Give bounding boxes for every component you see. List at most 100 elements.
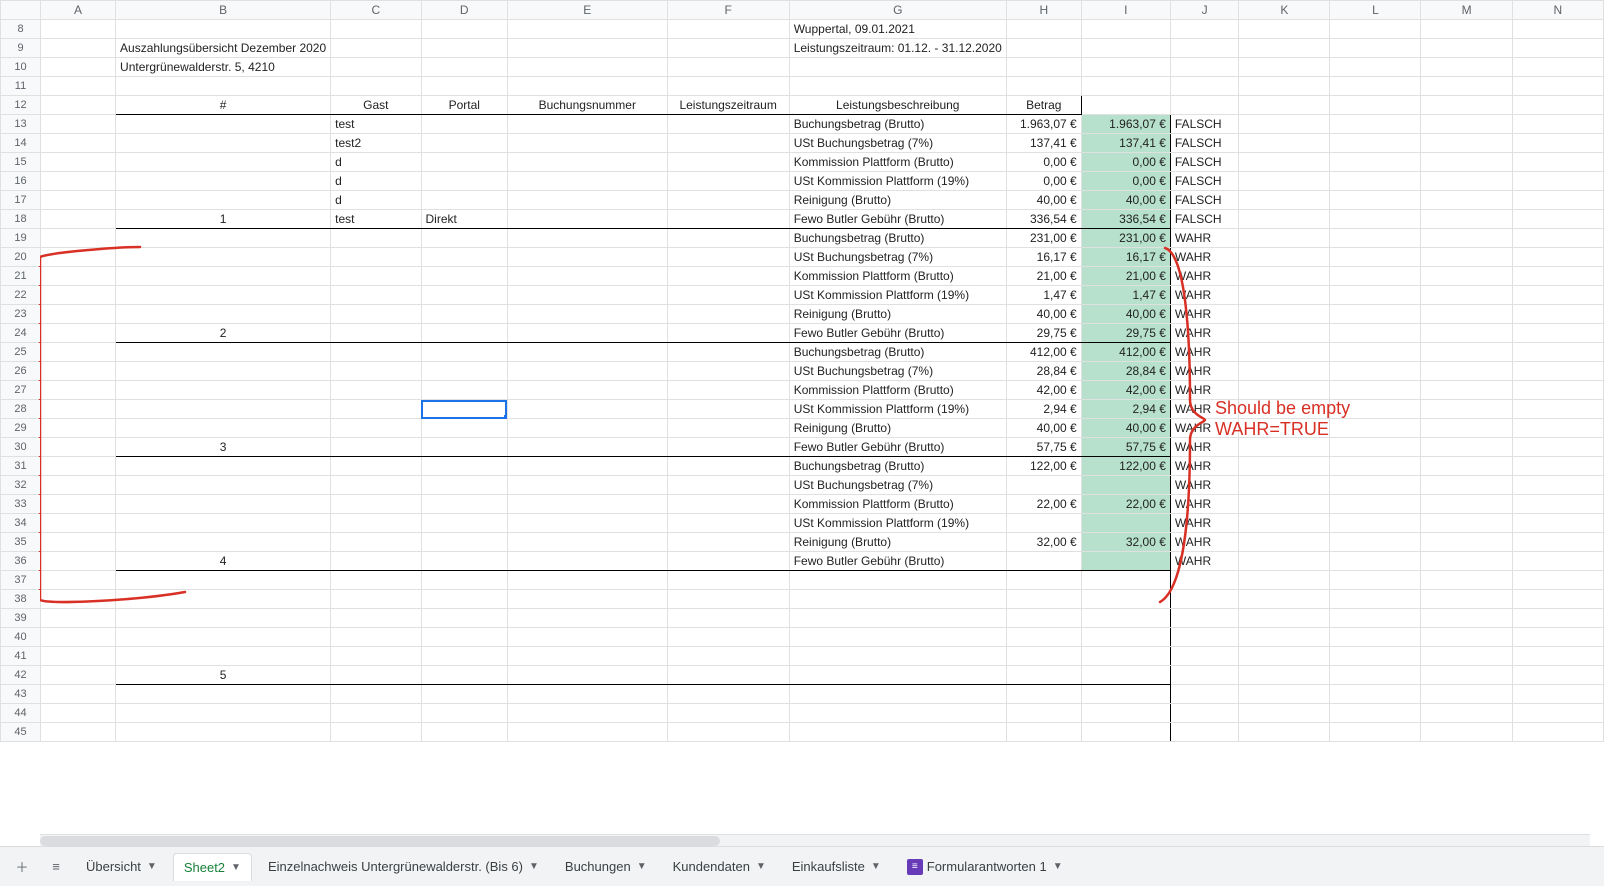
cell-M45[interactable] (1421, 723, 1512, 742)
cell-E45[interactable] (507, 723, 667, 742)
cell-B19[interactable] (116, 229, 331, 248)
cell-M34[interactable] (1421, 514, 1512, 533)
cell-H17[interactable]: 40,00 € (1006, 191, 1081, 210)
cell-M8[interactable] (1421, 20, 1512, 39)
cell-J17[interactable]: FALSCH (1170, 191, 1238, 210)
cell-N13[interactable] (1512, 115, 1603, 134)
row-header-32[interactable]: 32 (1, 476, 41, 495)
cell-A14[interactable] (41, 134, 116, 153)
row-header-11[interactable]: 11 (1, 77, 41, 96)
cell-C45[interactable] (331, 723, 421, 742)
cell-D16[interactable] (421, 172, 507, 191)
cell-B11[interactable] (116, 77, 331, 96)
cell-N36[interactable] (1512, 552, 1603, 571)
cell-M30[interactable] (1421, 438, 1512, 457)
cell-G42[interactable] (789, 666, 1006, 685)
column-header-G[interactable]: G (789, 1, 1006, 20)
cell-F36[interactable] (667, 552, 789, 571)
cell-N32[interactable] (1512, 476, 1603, 495)
cell-E42[interactable] (507, 666, 667, 685)
cell-B29[interactable] (116, 419, 331, 438)
row-header-19[interactable]: 19 (1, 229, 41, 248)
chevron-down-icon[interactable]: ▼ (231, 862, 241, 873)
cell-C37[interactable] (331, 571, 421, 590)
cell-H12[interactable]: Betrag (1006, 96, 1081, 115)
cell-I35[interactable]: 32,00 € (1081, 533, 1170, 552)
chevron-down-icon[interactable]: ▼ (637, 861, 647, 872)
cell-D20[interactable] (421, 248, 507, 267)
row-header-37[interactable]: 37 (1, 571, 41, 590)
cell-G10[interactable] (789, 58, 1006, 77)
cell-D22[interactable] (421, 286, 507, 305)
cell-K11[interactable] (1239, 77, 1330, 96)
cell-G21[interactable]: Kommission Plattform (Brutto) (789, 267, 1006, 286)
cell-M11[interactable] (1421, 77, 1512, 96)
cell-I31[interactable]: 122,00 € (1081, 457, 1170, 476)
cell-A34[interactable] (41, 514, 116, 533)
cell-B27[interactable] (116, 381, 331, 400)
cell-J23[interactable]: WAHR (1170, 305, 1238, 324)
cell-N40[interactable] (1512, 628, 1603, 647)
cell-J37[interactable] (1170, 571, 1238, 590)
cell-D23[interactable] (421, 305, 507, 324)
cell-E10[interactable] (507, 58, 667, 77)
cell-H24[interactable]: 29,75 € (1006, 324, 1081, 343)
cell-K28[interactable] (1239, 400, 1330, 419)
cell-L34[interactable] (1330, 514, 1421, 533)
cell-A11[interactable] (41, 77, 116, 96)
chevron-down-icon[interactable]: ▼ (1053, 861, 1063, 872)
cell-H30[interactable]: 57,75 € (1006, 438, 1081, 457)
cell-J28[interactable]: WAHR (1170, 400, 1238, 419)
cell-N27[interactable] (1512, 381, 1603, 400)
cell-D21[interactable] (421, 267, 507, 286)
cell-N23[interactable] (1512, 305, 1603, 324)
cell-E13[interactable] (507, 115, 667, 134)
cell-C11[interactable] (331, 77, 421, 96)
cell-I34[interactable] (1081, 514, 1170, 533)
cell-H31[interactable]: 122,00 € (1006, 457, 1081, 476)
cell-A29[interactable] (41, 419, 116, 438)
cell-D41[interactable] (421, 647, 507, 666)
cell-A27[interactable] (41, 381, 116, 400)
cell-L33[interactable] (1330, 495, 1421, 514)
cell-G33[interactable]: Kommission Plattform (Brutto) (789, 495, 1006, 514)
cell-D17[interactable] (421, 191, 507, 210)
cell-M28[interactable] (1421, 400, 1512, 419)
cell-L18[interactable] (1330, 210, 1421, 229)
cell-L9[interactable] (1330, 39, 1421, 58)
row-header-21[interactable]: 21 (1, 267, 41, 286)
cell-G38[interactable] (789, 590, 1006, 609)
cell-M25[interactable] (1421, 343, 1512, 362)
cell-C27[interactable] (331, 381, 421, 400)
cell-G37[interactable] (789, 571, 1006, 590)
cell-N29[interactable] (1512, 419, 1603, 438)
cell-A25[interactable] (41, 343, 116, 362)
cell-I17[interactable]: 40,00 € (1081, 191, 1170, 210)
cell-I43[interactable] (1081, 685, 1170, 704)
cell-K32[interactable] (1239, 476, 1330, 495)
cell-I23[interactable]: 40,00 € (1081, 305, 1170, 324)
cell-C39[interactable] (331, 609, 421, 628)
cell-F34[interactable] (667, 514, 789, 533)
row-header-27[interactable]: 27 (1, 381, 41, 400)
cell-H28[interactable]: 2,94 € (1006, 400, 1081, 419)
cell-N14[interactable] (1512, 134, 1603, 153)
cell-C16[interactable]: d (331, 172, 421, 191)
cell-F32[interactable] (667, 476, 789, 495)
cell-H23[interactable]: 40,00 € (1006, 305, 1081, 324)
chevron-down-icon[interactable]: ▼ (871, 861, 881, 872)
cell-I21[interactable]: 21,00 € (1081, 267, 1170, 286)
cell-C43[interactable] (331, 685, 421, 704)
cell-E9[interactable] (507, 39, 667, 58)
cell-B22[interactable] (116, 286, 331, 305)
spreadsheet-grid[interactable]: ABCDEFGHIJKLMN 8Wuppertal, 09.01.20219Au… (0, 0, 1604, 846)
cell-H21[interactable]: 21,00 € (1006, 267, 1081, 286)
cell-B16[interactable] (116, 172, 331, 191)
cell-F31[interactable] (667, 457, 789, 476)
cell-K45[interactable] (1239, 723, 1330, 742)
cell-C34[interactable] (331, 514, 421, 533)
cell-I14[interactable]: 137,41 € (1081, 134, 1170, 153)
cell-J9[interactable] (1170, 39, 1238, 58)
cell-J20[interactable]: WAHR (1170, 248, 1238, 267)
row-header-36[interactable]: 36 (1, 552, 41, 571)
